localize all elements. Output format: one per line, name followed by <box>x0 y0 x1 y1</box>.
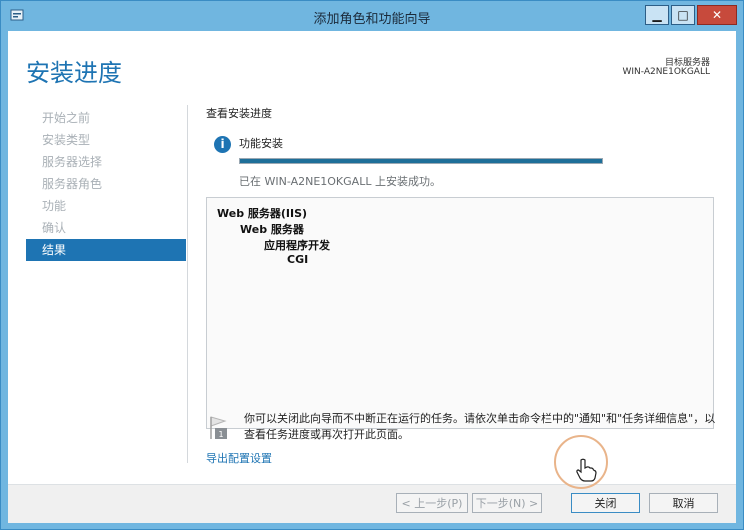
nav-item-before-you-begin: 开始之前 <box>42 111 91 125</box>
tree-item-app-development: 应用程序开发 <box>264 239 330 252</box>
tree-item-web-server: Web 服务器 <box>240 223 304 236</box>
cancel-button[interactable]: 取消 <box>649 493 718 513</box>
installed-features-list[interactable]: Web 服务器(IIS) Web 服务器 应用程序开发 CGI <box>206 197 714 429</box>
nav-divider <box>187 105 188 463</box>
title-bar[interactable]: 添加角色和功能向导 ▁ □ ✕ <box>1 1 743 31</box>
tree-item-web-server-iis: Web 服务器(IIS) <box>217 207 308 220</box>
target-server-name: WIN-A2NE1OKGALL <box>622 67 710 77</box>
installation-progress-bar <box>239 158 603 164</box>
section-title: 查看安装进度 <box>206 107 272 120</box>
install-status-text: 已在 WIN-A2NE1OKGALL 上安装成功。 <box>239 175 441 188</box>
close-button[interactable]: 关闭 <box>571 493 640 513</box>
close-wizard-note: 你可以关闭此向导而不中断正在运行的任务。请依次单击命令栏中的"通知"和"任务详细… <box>244 412 716 441</box>
nav-item-features: 功能 <box>42 199 67 213</box>
feature-installation-label: 功能安装 <box>239 137 283 150</box>
close-window-button[interactable]: ✕ <box>697 5 737 25</box>
nav-item-confirmation: 确认 <box>42 221 67 235</box>
nav-item-server-selection: 服务器选择 <box>42 155 103 169</box>
notification-flag-icon: 1 <box>210 416 227 439</box>
progress-fill <box>240 159 602 163</box>
hand-cursor-icon <box>576 458 597 482</box>
minimize-icon: ▁ <box>652 8 662 22</box>
close-icon: ✕ <box>711 8 723 22</box>
page-title: 安装进度 <box>26 59 122 87</box>
maximize-icon: □ <box>677 8 689 22</box>
wizard-content: 安装进度 目标服务器 WIN-A2NE1OKGALL 开始之前 安装类型 服务器… <box>8 31 736 523</box>
window-title: 添加角色和功能向导 <box>313 12 431 27</box>
maximize-button[interactable]: □ <box>671 5 695 25</box>
export-configuration-link[interactable]: 导出配置设置 <box>206 450 272 466</box>
wizard-step-nav: 开始之前 安装类型 服务器选择 服务器角色 功能 确认 结果 <box>26 107 186 261</box>
svg-text:1: 1 <box>219 430 224 439</box>
button-bar: < 上一步(P) 下一步(N) > 关闭 取消 <box>8 484 736 523</box>
nav-item-results[interactable]: 结果 <box>26 239 186 261</box>
info-icon: i <box>214 136 231 153</box>
next-button[interactable]: 下一步(N) > <box>472 493 542 513</box>
previous-button[interactable]: < 上一步(P) <box>396 493 468 513</box>
nav-item-server-roles: 服务器角色 <box>42 177 103 191</box>
wizard-window: 添加角色和功能向导 ▁ □ ✕ 安装进度 目标服务器 WIN-A2NE1OKGA… <box>0 0 744 530</box>
tree-item-cgi: CGI <box>287 253 309 266</box>
nav-item-installation-type: 安装类型 <box>42 133 91 147</box>
minimize-button[interactable]: ▁ <box>645 5 669 25</box>
